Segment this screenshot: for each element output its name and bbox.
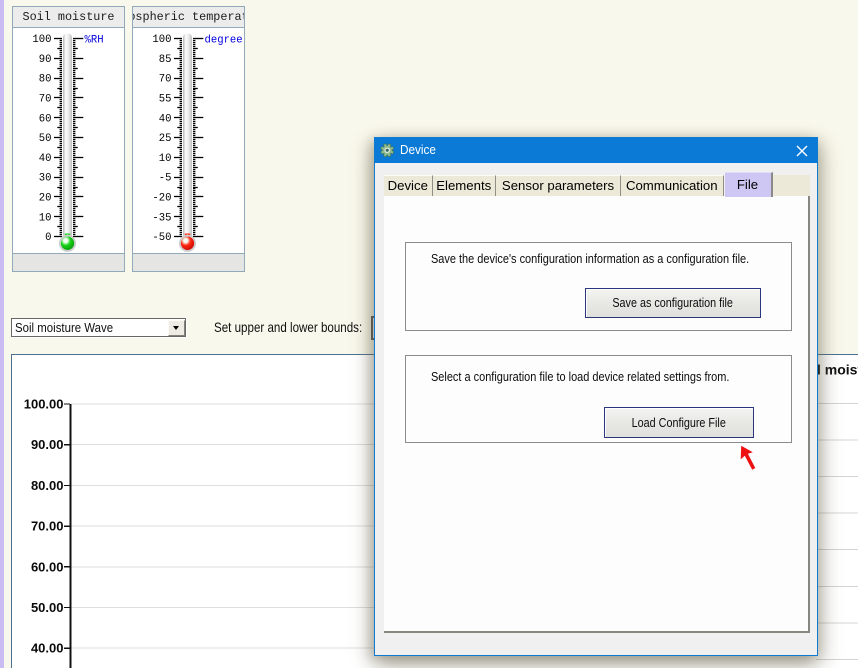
svg-text:-5: -5	[159, 173, 172, 185]
svg-text:85: 85	[159, 54, 172, 66]
svg-text:25: 25	[159, 133, 172, 145]
svg-text:90: 90	[39, 54, 52, 66]
svg-text:-20: -20	[152, 193, 171, 205]
svg-text:100: 100	[152, 34, 171, 46]
svg-text:90.00: 90.00	[31, 437, 64, 452]
svg-text:60.00: 60.00	[31, 559, 64, 574]
svg-text:%RH: %RH	[85, 34, 104, 46]
svg-text:50.00: 50.00	[31, 600, 64, 615]
svg-text:70: 70	[39, 94, 52, 106]
svg-text:55: 55	[159, 94, 172, 106]
svg-text:60: 60	[39, 113, 52, 125]
svg-text:10: 10	[159, 153, 172, 165]
svg-text:50: 50	[39, 133, 52, 145]
svg-text:20: 20	[39, 193, 52, 205]
svg-text:70: 70	[159, 74, 172, 86]
svg-text:10: 10	[39, 212, 52, 224]
svg-text:40.00: 40.00	[31, 641, 64, 656]
svg-text:80.00: 80.00	[31, 478, 64, 493]
svg-text:80: 80	[39, 74, 52, 86]
svg-text:-35: -35	[152, 212, 171, 224]
svg-text:degree centigrade: degree centigrade	[205, 34, 243, 46]
svg-text:40: 40	[159, 113, 172, 125]
svg-text:40: 40	[39, 153, 52, 165]
svg-text:70.00: 70.00	[31, 519, 64, 534]
svg-text:-50: -50	[152, 232, 171, 244]
svg-text:0: 0	[45, 232, 51, 244]
svg-text:100.00: 100.00	[24, 397, 64, 412]
svg-text:30: 30	[39, 173, 52, 185]
svg-text:100: 100	[32, 34, 51, 46]
svg-text:l moisture: l moisture	[817, 362, 858, 378]
